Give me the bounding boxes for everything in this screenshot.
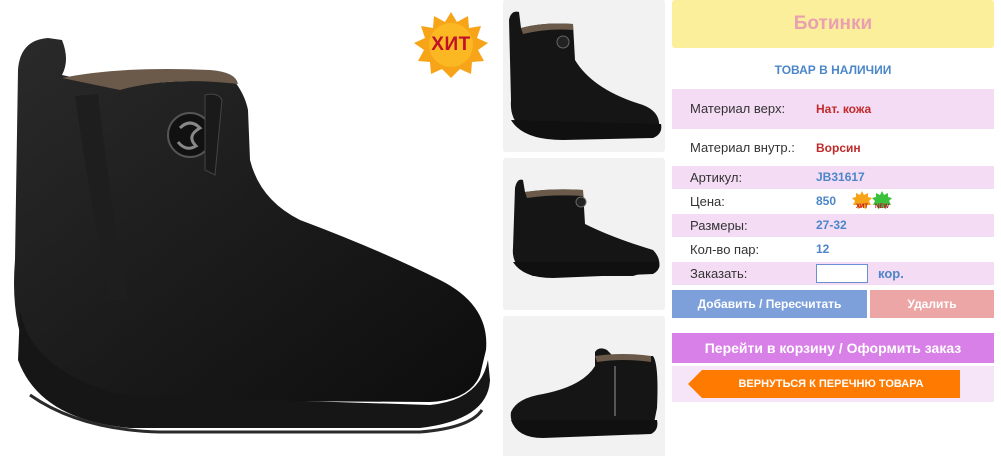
- attr-row-pairs: Кол-во пар: 12: [672, 238, 994, 261]
- boot-thumbnail-back: [503, 316, 665, 456]
- attr-value: Ворсин: [816, 141, 861, 155]
- order-unit: кор.: [878, 266, 904, 281]
- product-page: ХИТ Ботинки ТОВАР В НАЛИЧИИ Материал вер…: [0, 0, 1001, 456]
- arrow-left-icon: [688, 370, 702, 398]
- back-button-container: ВЕРНУТЬСЯ К ПЕРЕЧНЮ ТОВАРА: [672, 366, 994, 402]
- attr-value: 12: [816, 242, 830, 256]
- attr-value: JB31617: [816, 170, 865, 184]
- back-to-list-button[interactable]: ВЕРНУТЬСЯ К ПЕРЕЧНЮ ТОВАРА: [688, 370, 960, 398]
- go-to-cart-button[interactable]: Перейти в корзину / Оформить заказ: [672, 333, 994, 363]
- boot-thumbnail-side: [503, 158, 665, 310]
- main-product-image[interactable]: ХИТ: [0, 0, 497, 456]
- attr-label: Размеры:: [690, 218, 748, 233]
- order-row: Заказать: кор.: [672, 262, 994, 285]
- add-recalculate-button[interactable]: Добавить / Пересчитать: [672, 290, 867, 318]
- attr-row-material-top: Материал верх: Нат. кожа: [672, 89, 994, 129]
- attr-value: Нат. кожа: [816, 102, 872, 116]
- thumbnail-2[interactable]: [503, 158, 665, 310]
- thumbnail-1[interactable]: [503, 0, 665, 152]
- back-button-label: ВЕРНУТЬСЯ К ПЕРЕЧНЮ ТОВАРА: [738, 378, 924, 390]
- attr-label: Кол-во пар:: [690, 242, 760, 257]
- product-info-panel: Ботинки ТОВАР В НАЛИЧИИ Материал верх: Н…: [672, 0, 994, 456]
- attr-label: Материал внутр.:: [690, 140, 795, 155]
- attr-row-material-inner: Материал внутр.: Ворсин: [672, 132, 994, 164]
- attr-row-price: Цена: 850 ХИТ NEW: [672, 190, 994, 213]
- hit-badge: ХИТ: [414, 12, 488, 78]
- attr-row-sizes: Размеры: 27-32: [672, 214, 994, 237]
- stock-status: ТОВАР В НАЛИЧИИ: [774, 63, 892, 77]
- attr-label: Артикул:: [690, 170, 743, 185]
- thumbnail-3[interactable]: [503, 316, 665, 456]
- hit-badge-label: ХИТ: [431, 34, 471, 55]
- attr-label: Цена:: [690, 194, 725, 209]
- boot-thumbnail-front: [503, 0, 665, 152]
- thumbnail-list: [503, 0, 665, 456]
- price-value: 850: [816, 194, 837, 208]
- quantity-input[interactable]: [816, 264, 868, 283]
- attr-label: Материал верх:: [690, 101, 786, 116]
- order-label: Заказать:: [690, 266, 748, 281]
- new-badge-icon: NEW: [872, 191, 892, 210]
- delete-button[interactable]: Удалить: [870, 290, 994, 318]
- attr-row-article: Артикул: JB31617: [672, 166, 994, 189]
- product-title: Ботинки: [672, 0, 994, 48]
- hit-mini-badge-icon: ХИТ: [852, 191, 872, 210]
- attr-value: 27-32: [816, 218, 847, 232]
